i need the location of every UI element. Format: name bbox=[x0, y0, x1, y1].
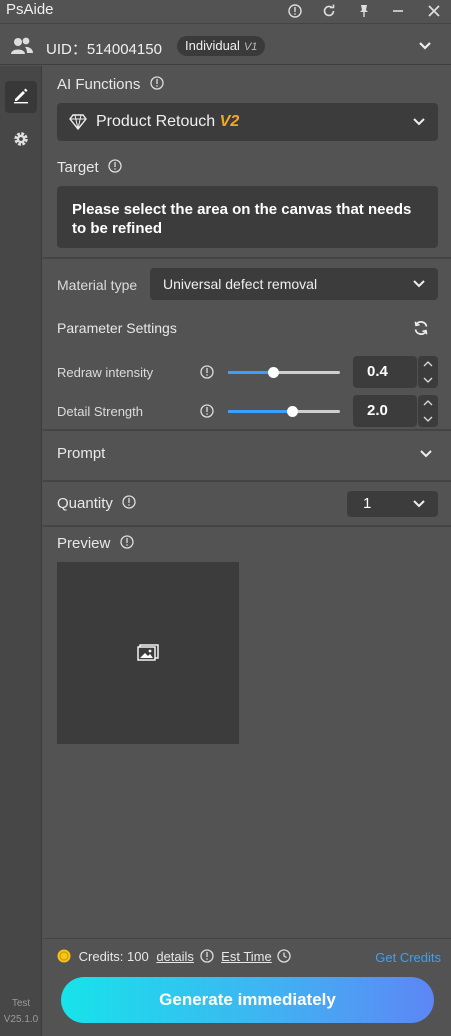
target-label: Target bbox=[57, 159, 99, 176]
footer: Credits: 100 details Est Time Get Credit… bbox=[43, 938, 451, 1036]
credits-row: Credits: 100 details Est Time bbox=[57, 949, 292, 966]
chevron-down-icon bbox=[412, 497, 426, 516]
detail-strength-input[interactable]: 2.0 bbox=[353, 395, 417, 427]
close-icon[interactable] bbox=[425, 2, 443, 20]
prompt-section-toggle[interactable]: Prompt bbox=[43, 432, 451, 480]
chevron-down-icon[interactable] bbox=[423, 415, 433, 423]
chevron-down-icon bbox=[412, 277, 426, 296]
info-icon[interactable] bbox=[119, 535, 134, 553]
user-bar: UID：514004150 Individual V1 bbox=[0, 23, 451, 65]
redraw-intensity-input[interactable]: 0.4 bbox=[353, 356, 417, 388]
pin-icon[interactable] bbox=[355, 2, 373, 20]
chevron-down-icon bbox=[419, 447, 433, 466]
info-icon[interactable] bbox=[108, 159, 122, 177]
get-credits-link[interactable]: Get Credits bbox=[375, 950, 441, 965]
info-icon[interactable] bbox=[149, 76, 164, 94]
slider-fill bbox=[228, 371, 273, 374]
plan-badge: Individual V1 bbox=[177, 36, 266, 56]
quantity-label: Quantity bbox=[57, 495, 113, 512]
divider bbox=[43, 429, 451, 431]
parameter-settings-label: Parameter Settings bbox=[57, 320, 177, 336]
edit-tool-button[interactable] bbox=[5, 81, 37, 113]
quantity-value: 1 bbox=[363, 495, 372, 512]
redraw-intensity-stepper[interactable] bbox=[418, 356, 438, 388]
ai-functions-heading: AI Functions bbox=[57, 76, 164, 94]
refresh-icon[interactable] bbox=[320, 2, 338, 20]
chevron-down-icon[interactable] bbox=[417, 38, 433, 59]
details-link[interactable]: details bbox=[156, 949, 194, 964]
info-icon[interactable] bbox=[200, 404, 214, 423]
chevron-up-icon[interactable] bbox=[423, 360, 433, 368]
coin-icon bbox=[57, 949, 71, 966]
chevron-up-icon[interactable] bbox=[423, 399, 433, 407]
slider-knob[interactable] bbox=[267, 367, 279, 378]
info-icon[interactable] bbox=[122, 495, 136, 513]
settings-button[interactable] bbox=[5, 125, 37, 157]
title-bar: PsAide bbox=[0, 0, 451, 22]
divider bbox=[43, 480, 451, 482]
quantity-heading: Quantity bbox=[57, 495, 136, 513]
quantity-select[interactable]: 1 bbox=[347, 491, 438, 517]
detail-strength-slider[interactable] bbox=[228, 406, 340, 417]
redraw-intensity-label: Redraw intensity bbox=[57, 365, 154, 380]
version-number: V25.1.0 bbox=[3, 1014, 39, 1025]
chevron-down-icon[interactable] bbox=[423, 376, 433, 384]
generate-button[interactable]: Generate immediately bbox=[61, 977, 434, 1023]
slider-fill bbox=[228, 410, 292, 413]
detail-strength-stepper[interactable] bbox=[418, 395, 438, 427]
material-type-select[interactable]: Universal defect removal bbox=[150, 268, 438, 300]
version-label: Test bbox=[11, 998, 31, 1009]
divider bbox=[43, 525, 451, 527]
plan-badge-version: V1 bbox=[243, 41, 258, 53]
chevron-down-icon bbox=[412, 115, 426, 134]
ai-functions-label: AI Functions bbox=[57, 76, 141, 93]
material-type-label: Material type bbox=[57, 277, 138, 293]
target-message: Please select the area on the canvas tha… bbox=[72, 201, 412, 237]
diamond-icon bbox=[69, 114, 87, 135]
preview-placeholder bbox=[57, 562, 239, 744]
minimize-icon[interactable] bbox=[389, 2, 407, 20]
prompt-label: Prompt bbox=[57, 445, 106, 462]
sidebar: Test V25.1.0 bbox=[0, 66, 42, 1036]
redraw-intensity-slider[interactable] bbox=[228, 367, 340, 378]
user-id: UID：514004150 bbox=[46, 41, 162, 58]
version-tag: V2 bbox=[219, 113, 240, 130]
slider-knob[interactable] bbox=[286, 406, 298, 417]
target-message-box: Please select the area on the canvas tha… bbox=[57, 186, 438, 248]
detail-strength-label: Detail Strength bbox=[57, 404, 143, 419]
divider bbox=[43, 257, 451, 259]
preview-heading: Preview bbox=[57, 535, 134, 553]
pencil-icon bbox=[12, 86, 30, 109]
gear-icon bbox=[12, 130, 30, 153]
users-icon bbox=[10, 36, 34, 61]
info-icon[interactable] bbox=[286, 2, 304, 20]
preview-label: Preview bbox=[57, 535, 111, 552]
ai-function-select[interactable]: Product Retouch V2 bbox=[57, 103, 438, 141]
reset-icon[interactable] bbox=[413, 320, 429, 341]
material-type-value: Universal defect removal bbox=[163, 276, 318, 292]
est-time-link[interactable]: Est Time bbox=[221, 949, 272, 964]
info-icon[interactable] bbox=[200, 365, 214, 384]
clock-icon[interactable] bbox=[277, 949, 292, 966]
ai-function-name: Product Retouch bbox=[96, 113, 216, 130]
info-icon[interactable] bbox=[199, 949, 214, 966]
credits-balance: Credits: 100 bbox=[78, 949, 149, 964]
app-title: PsAide bbox=[6, 1, 54, 18]
plan-badge-label: Individual bbox=[185, 38, 240, 53]
ai-function-value: Product Retouch V2 bbox=[96, 113, 239, 131]
target-heading: Target bbox=[57, 159, 122, 177]
image-icon bbox=[137, 644, 159, 666]
